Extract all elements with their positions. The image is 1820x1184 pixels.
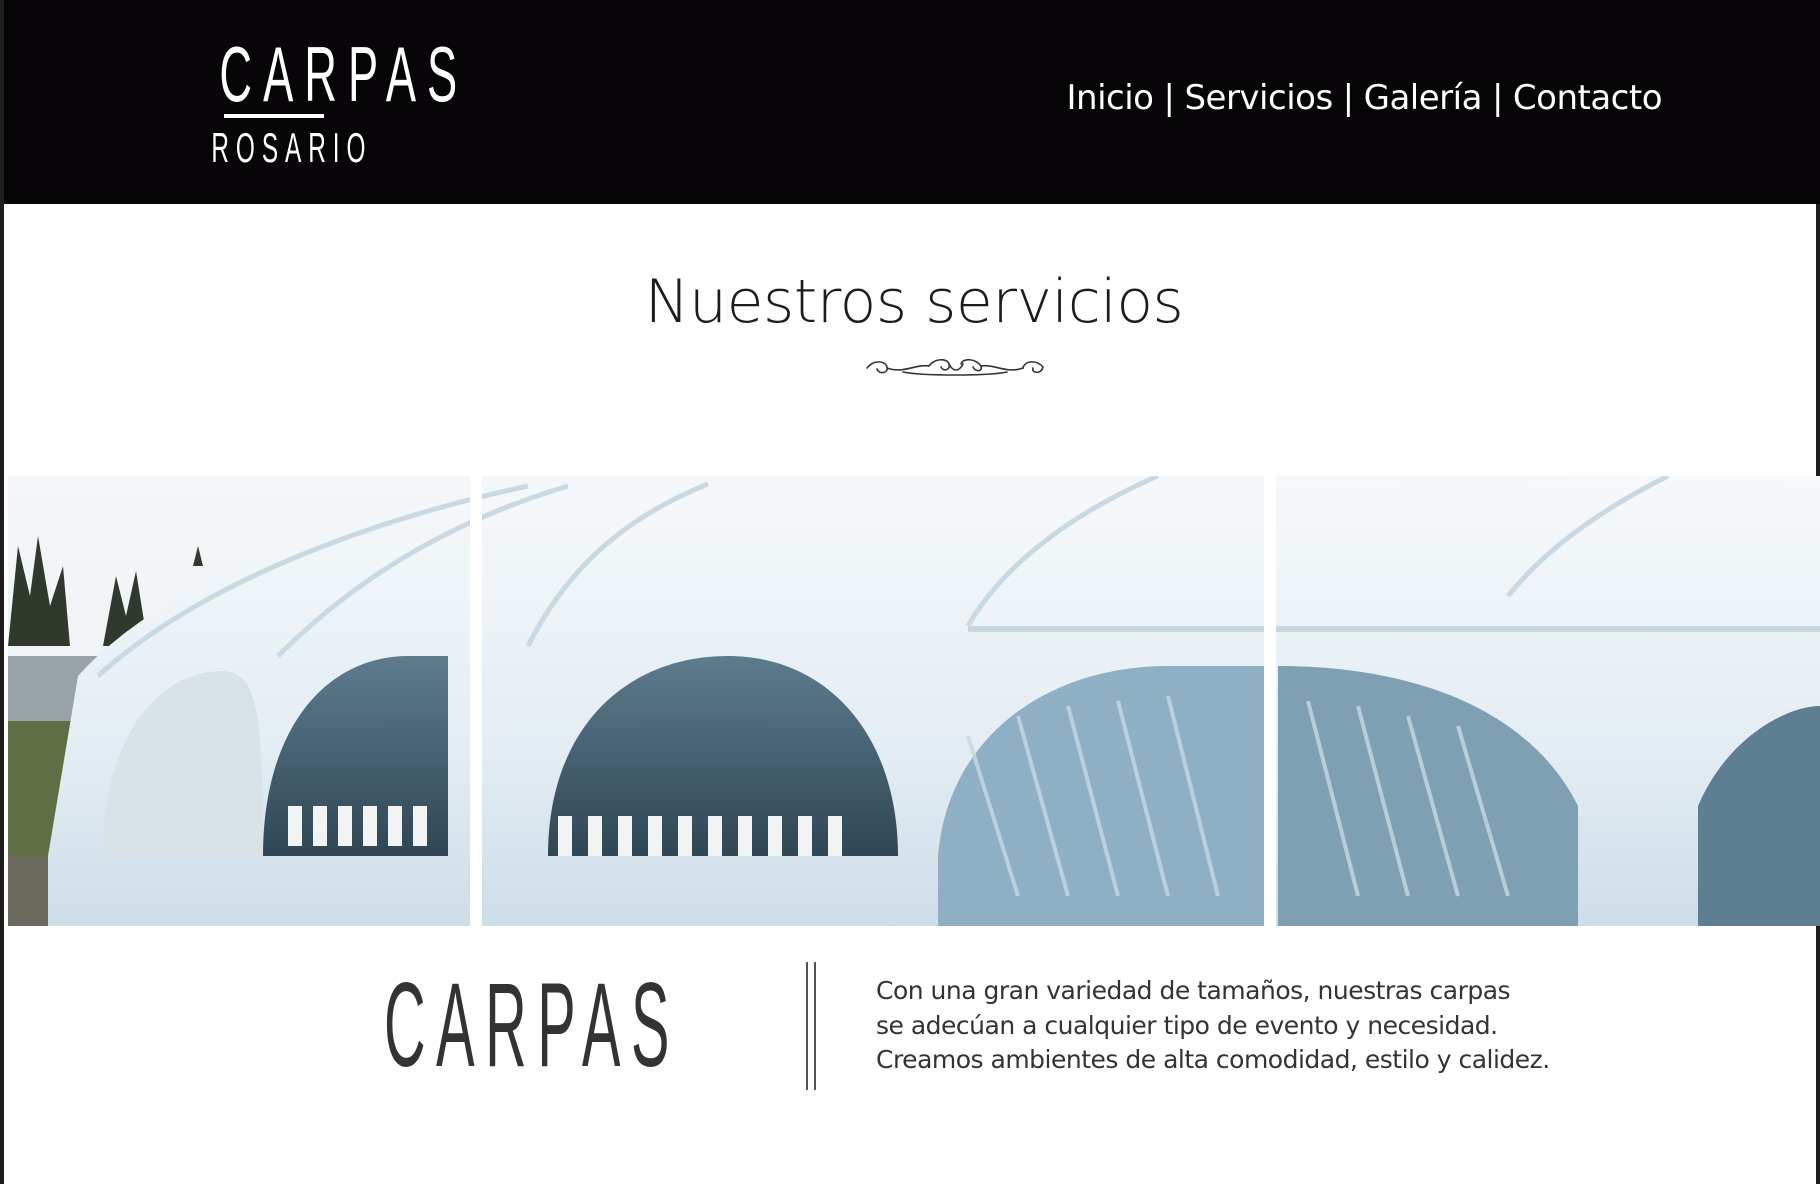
logo-divider <box>224 114 324 118</box>
section-title: Nuestros servicios <box>644 267 1184 337</box>
logo-bottom-text: ROSARIO <box>211 124 373 171</box>
product-description-line: Creamos ambientes de alta comodidad, est… <box>876 1045 1550 1074</box>
logo[interactable]: CARPAS ROSARIO <box>154 30 469 174</box>
nav-separator: | <box>1342 78 1354 118</box>
nav-link-contacto[interactable]: Contacto <box>1513 78 1663 118</box>
product-description: Con una gran variedad de tamaños, nuestr… <box>876 974 1636 1078</box>
product-description-line: se adecúan a cualquier tipo de evento y … <box>876 1010 1498 1040</box>
product-description-line: Con una gran variedad de tamaños, nuestr… <box>876 976 1511 1005</box>
nav-separator: | <box>1491 78 1503 118</box>
logo-top-text: CARPAS <box>219 30 469 118</box>
nav-link-galeria[interactable]: Galería <box>1364 78 1483 118</box>
ornament-divider-icon <box>866 358 1044 376</box>
vertical-divider <box>806 962 816 1090</box>
page: CARPAS ROSARIO Inicio | Servicios | Gale… <box>0 0 1820 1184</box>
nav-link-inicio[interactable]: Inicio <box>1067 78 1154 118</box>
tent-image-banner <box>8 476 1820 926</box>
site-header: CARPAS ROSARIO Inicio | Servicios | Gale… <box>4 0 1820 204</box>
product-title: CARPAS <box>384 958 680 1092</box>
nav-separator: | <box>1163 78 1175 118</box>
nav-link-servicios[interactable]: Servicios <box>1184 78 1333 118</box>
main-nav: Inicio | Servicios | Galería | Contacto <box>1067 74 1663 122</box>
tent-illustration <box>8 476 1820 926</box>
